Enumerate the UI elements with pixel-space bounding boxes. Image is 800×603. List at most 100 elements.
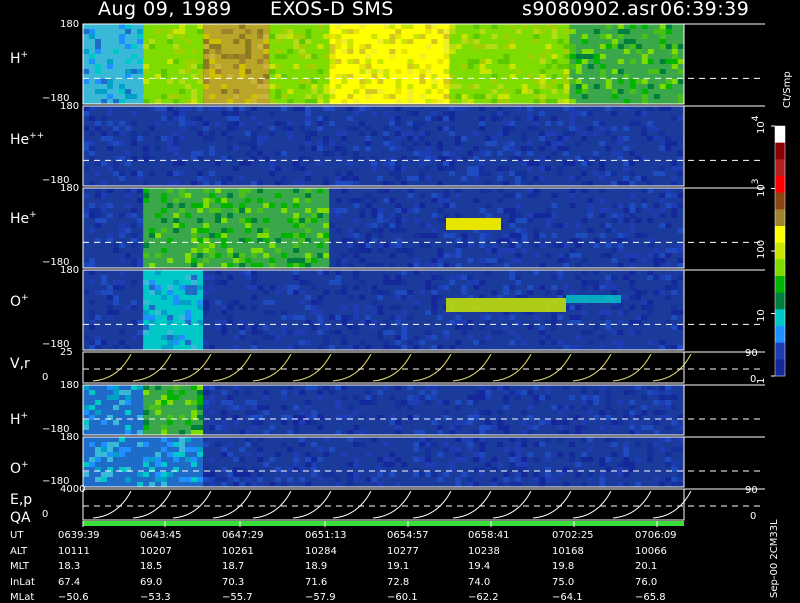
heatmap-cell [575, 126, 581, 131]
heatmap-cell [221, 54, 227, 59]
heatmap-cell [455, 275, 461, 280]
heatmap-cell [113, 213, 119, 218]
heatmap-cell [455, 136, 461, 141]
heatmap-cell [641, 263, 647, 268]
heatmap-cell [503, 248, 509, 253]
heatmap-cell [605, 320, 611, 325]
colorbar-swatch [775, 343, 785, 360]
heatmap-cell [137, 385, 143, 390]
heatmap-cell [569, 131, 575, 136]
heatmap-cell [209, 410, 215, 415]
heatmap-cell [642, 94, 648, 99]
heatmap-cell [389, 395, 395, 400]
heatmap-cell [599, 482, 605, 487]
heatmap-cell [317, 270, 323, 275]
heatmap-cell [431, 345, 437, 350]
heatmap-cell [215, 253, 221, 258]
heatmap-cell [480, 29, 486, 34]
heatmap-cell [107, 295, 113, 300]
heatmap-cell [125, 228, 131, 233]
heatmap-cell [239, 54, 245, 59]
heatmap-cell [630, 79, 636, 84]
heatmap-cell [209, 208, 215, 213]
heatmap-cell [659, 290, 665, 295]
heatmap-cell [575, 176, 581, 181]
heatmap-cell [125, 395, 131, 400]
heatmap-cell [491, 457, 497, 462]
heatmap-cell [437, 258, 443, 263]
heatmap-cell [629, 305, 635, 310]
footer-inlat-value-7: 75.0 [552, 578, 574, 588]
heatmap-cell [317, 121, 323, 126]
heatmap-cell [383, 258, 389, 263]
heatmap-cell [515, 193, 521, 198]
heatmap-cell [101, 161, 107, 166]
heatmap-cell [227, 146, 233, 151]
panel-7-segment-1 [83, 437, 203, 487]
heatmap-cell [371, 300, 377, 305]
heatmap-cell [648, 34, 654, 39]
heatmap-cell [89, 181, 95, 186]
heatmap-cell [509, 270, 515, 275]
heatmap-cell [485, 400, 491, 405]
heatmap-cell [239, 69, 245, 74]
heatmap-cell [462, 39, 468, 44]
heatmap-cell [299, 146, 305, 151]
heatmap-cell [497, 330, 503, 335]
heatmap-cell [647, 228, 653, 233]
heatmap-cell [221, 425, 227, 430]
heatmap-cell [521, 335, 527, 340]
heatmap-cell [629, 452, 635, 457]
heatmap-cell [491, 482, 497, 487]
heatmap-cell [323, 270, 329, 275]
heatmap-cell [377, 248, 383, 253]
heatmap-cell [629, 285, 635, 290]
heatmap-cell [383, 188, 389, 193]
heatmap-cell [359, 400, 365, 405]
heatmap-cell [474, 84, 480, 89]
heatmap-cell [179, 482, 185, 487]
heatmap-cell [107, 385, 113, 390]
footer-mlt-value-8: 20.1 [635, 562, 657, 572]
heatmap-cell [509, 437, 515, 442]
heatmap-cell [149, 203, 155, 208]
heatmap-cell [413, 335, 419, 340]
heatmap-cell [173, 39, 179, 44]
heatmap-cell [480, 59, 486, 64]
heatmap-cell [437, 305, 443, 310]
heatmap-cell [221, 482, 227, 487]
heatmap-cell [155, 136, 161, 141]
heatmap-cell [473, 285, 479, 290]
heatmap-cell [95, 34, 101, 39]
heatmap-cell [564, 99, 570, 104]
heatmap-cell [389, 390, 395, 395]
heatmap-cell [257, 300, 263, 305]
heatmap-cell [113, 452, 119, 457]
heatmap-cell [659, 253, 665, 258]
heatmap-cell [305, 176, 311, 181]
heatmap-cell [600, 44, 606, 49]
heatmap-cell [618, 79, 624, 84]
heatmap-cell [395, 335, 401, 340]
heatmap-cell [600, 84, 606, 89]
heatmap-cell [660, 84, 666, 89]
heatmap-cell [317, 345, 323, 350]
heatmap-cell [143, 146, 149, 151]
heatmap-cell [641, 188, 647, 193]
heatmap-cell [335, 430, 341, 435]
heatmap-cell [125, 345, 131, 350]
heatmap-cell [101, 44, 107, 49]
heatmap-cell [497, 425, 503, 430]
heatmap-cell [263, 203, 269, 208]
heatmap-cell [191, 49, 197, 54]
heatmap-cell [443, 49, 449, 54]
heatmap-cell [516, 69, 522, 74]
heatmap-cell [365, 482, 371, 487]
heatmap-cell [191, 121, 197, 126]
heatmap-cell [341, 131, 347, 136]
heatmap-cell [197, 400, 203, 405]
heatmap-cell [113, 280, 119, 285]
heatmap-cell [101, 330, 107, 335]
heatmap-cell [161, 462, 167, 467]
heatmap-cell [671, 136, 677, 141]
